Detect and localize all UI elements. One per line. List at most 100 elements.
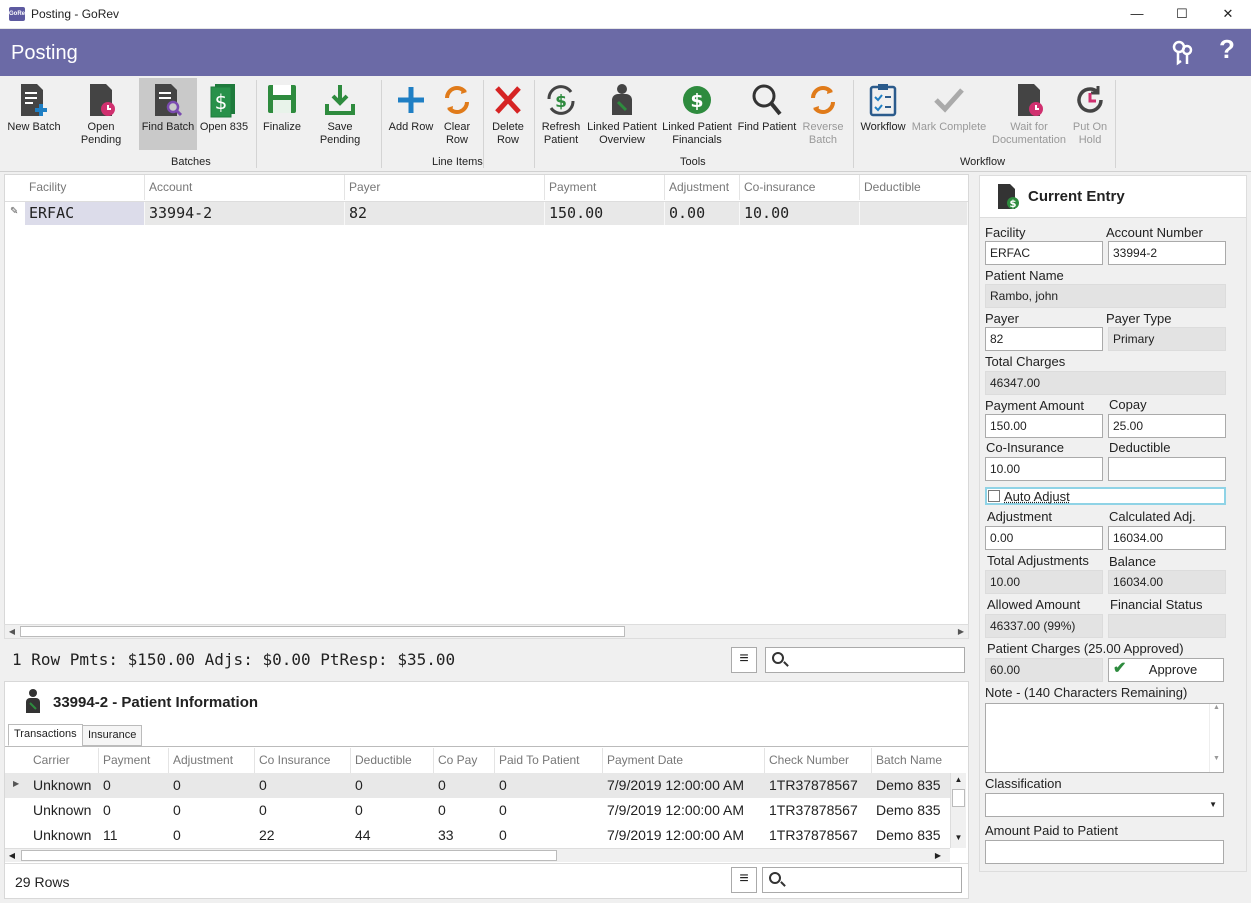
grid-menu-button[interactable]: ≡ <box>731 647 757 673</box>
cell-payment[interactable]: 0 <box>99 773 169 798</box>
cell-coins[interactable]: 0 <box>255 798 351 823</box>
cell-paid[interactable]: 0 <box>495 773 603 798</box>
put-on-hold-button[interactable]: Put On Hold <box>1068 78 1112 150</box>
finalize-button[interactable]: Finalize <box>260 78 304 150</box>
cell-date[interactable]: 7/9/2019 12:00:00 AM <box>603 798 765 823</box>
adjustment-field[interactable]: 0.00 <box>985 526 1103 550</box>
cell-coinsurance[interactable]: 10.00 <box>740 202 860 225</box>
mark-complete-button[interactable]: Mark Complete <box>910 78 988 150</box>
vertical-scroll-thumb[interactable] <box>952 789 965 807</box>
col-co-pay[interactable]: Co Pay <box>434 748 495 773</box>
wait-documentation-button[interactable]: Wait for Documentation <box>990 78 1068 150</box>
cell-paid[interactable]: 0 <box>495 823 603 848</box>
grid-horizontal-scrollbar[interactable]: ◀ ▶ <box>4 624 969 639</box>
minimize-button[interactable]: — <box>1114 0 1160 29</box>
scroll-left-icon[interactable]: ◀ <box>5 849 19 862</box>
refresh-patient-button[interactable]: $ Refresh Patient <box>538 78 584 150</box>
amount-paid-to-patient-field[interactable] <box>985 840 1224 864</box>
payment-amount-field[interactable]: 150.00 <box>985 414 1103 438</box>
cell-copay[interactable]: 33 <box>434 823 495 848</box>
linked-patient-financials-button[interactable]: $ Linked Patient Financials <box>661 78 733 150</box>
cell-copay[interactable]: 0 <box>434 798 495 823</box>
col-payment[interactable]: Payment <box>545 175 665 200</box>
approve-button[interactable]: ✔ Approve <box>1108 658 1224 682</box>
scroll-right-icon[interactable]: ▶ <box>931 849 945 862</box>
linked-patient-overview-button[interactable]: Linked Patient Overview <box>587 78 657 150</box>
cell-payment[interactable]: 0 <box>99 798 169 823</box>
co-insurance-field[interactable]: 10.00 <box>985 457 1103 481</box>
cell-account[interactable]: 33994-2 <box>145 202 345 225</box>
col-adjustment[interactable]: Adjustment <box>665 175 740 200</box>
add-row-button[interactable]: Add Row <box>386 78 436 150</box>
cell-adjustment[interactable]: 0.00 <box>665 202 740 225</box>
cell-payer[interactable]: 82 <box>345 202 545 225</box>
col-paid-to-patient[interactable]: Paid To Patient <box>495 748 603 773</box>
save-pending-button[interactable]: Save Pending <box>306 78 374 150</box>
open-pending-button[interactable]: Open Pending <box>66 78 136 150</box>
cell-batch[interactable]: Demo 835 <box>872 773 950 798</box>
horizontal-scroll-thumb[interactable] <box>21 850 557 861</box>
scroll-right-icon[interactable]: ▶ <box>954 625 968 638</box>
cell-check[interactable]: 1TR37878567 <box>765 798 872 823</box>
scroll-up-icon[interactable]: ▲ <box>1210 704 1223 711</box>
col-adjustment[interactable]: Adjustment <box>169 748 255 773</box>
note-scrollbar[interactable]: ▲ ▼ <box>1209 704 1223 772</box>
grid-search-input[interactable] <box>765 647 965 673</box>
col-payment[interactable]: Payment <box>99 748 169 773</box>
col-deductible[interactable]: Deductible <box>351 748 434 773</box>
cell-payment[interactable]: 150.00 <box>545 202 665 225</box>
cell-carrier[interactable]: Unknown <box>29 773 99 798</box>
cell-deductible[interactable]: 44 <box>351 823 434 848</box>
cell-adjustment[interactable]: 0 <box>169 773 255 798</box>
rows-horizontal-scrollbar[interactable]: ◀ ▶ <box>5 848 950 862</box>
reverse-batch-button[interactable]: Reverse Batch <box>800 78 846 150</box>
find-patient-button[interactable]: Find Patient <box>736 78 798 150</box>
deductible-field[interactable] <box>1108 457 1226 481</box>
cell-carrier[interactable]: Unknown <box>29 823 99 848</box>
cell-check[interactable]: 1TR37878567 <box>765 823 872 848</box>
rows-search-input[interactable] <box>762 867 962 893</box>
col-co-insurance[interactable]: Co Insurance <box>255 748 351 773</box>
keys-icon[interactable] <box>1170 40 1196 66</box>
new-batch-button[interactable]: New Batch <box>5 78 63 150</box>
note-textarea[interactable]: ▲ ▼ <box>985 703 1224 773</box>
tab-insurance[interactable]: Insurance <box>82 725 143 746</box>
workflow-button[interactable]: Workflow <box>858 78 908 150</box>
find-batch-button[interactable]: Find Batch <box>139 78 197 150</box>
col-carrier[interactable]: Carrier <box>29 748 99 773</box>
cell-adjustment[interactable]: 0 <box>169 798 255 823</box>
cell-facility[interactable]: ERFAC <box>25 202 145 225</box>
scroll-up-icon[interactable]: ▲ <box>951 773 966 787</box>
scroll-thumb[interactable] <box>20 626 625 637</box>
delete-row-button[interactable]: Delete Row <box>487 78 529 150</box>
clear-row-button[interactable]: Clear Row <box>438 78 476 150</box>
payer-field[interactable]: 82 <box>985 327 1103 351</box>
copay-field[interactable]: 25.00 <box>1108 414 1226 438</box>
account-number-field[interactable]: 33994-2 <box>1108 241 1226 265</box>
cell-carrier[interactable]: Unknown <box>29 798 99 823</box>
maximize-button[interactable]: ☐ <box>1159 0 1205 29</box>
col-check-number[interactable]: Check Number <box>765 748 872 773</box>
cell-paid[interactable]: 0 <box>495 798 603 823</box>
col-facility[interactable]: Facility <box>25 175 145 200</box>
facility-field[interactable]: ERFAC <box>985 241 1103 265</box>
cell-date[interactable]: 7/9/2019 12:00:00 AM <box>603 823 765 848</box>
scroll-down-icon[interactable]: ▼ <box>951 831 966 845</box>
col-coinsurance[interactable]: Co-insurance <box>740 175 860 200</box>
cell-batch[interactable]: Demo 835 <box>872 798 950 823</box>
scroll-left-icon[interactable]: ◀ <box>5 625 19 638</box>
cell-adjustment[interactable]: 0 <box>169 823 255 848</box>
cell-batch[interactable]: Demo 835 <box>872 823 950 848</box>
close-button[interactable]: ✕ <box>1205 0 1251 29</box>
cell-payment[interactable]: 11 <box>99 823 169 848</box>
col-batch-name[interactable]: Batch Name <box>872 748 950 773</box>
auto-adjust-label[interactable]: Auto Adjust <box>1004 489 1070 504</box>
help-icon[interactable]: ? <box>1219 34 1235 65</box>
col-account[interactable]: Account <box>145 175 345 200</box>
open-835-button[interactable]: $ Open 835 <box>198 78 250 150</box>
col-deductible[interactable]: Deductible <box>860 175 968 200</box>
rows-menu-button[interactable]: ≡ <box>731 867 757 893</box>
col-payment-date[interactable]: Payment Date <box>603 748 765 773</box>
cell-coins[interactable]: 0 <box>255 773 351 798</box>
scroll-down-icon[interactable]: ▼ <box>1210 755 1223 762</box>
